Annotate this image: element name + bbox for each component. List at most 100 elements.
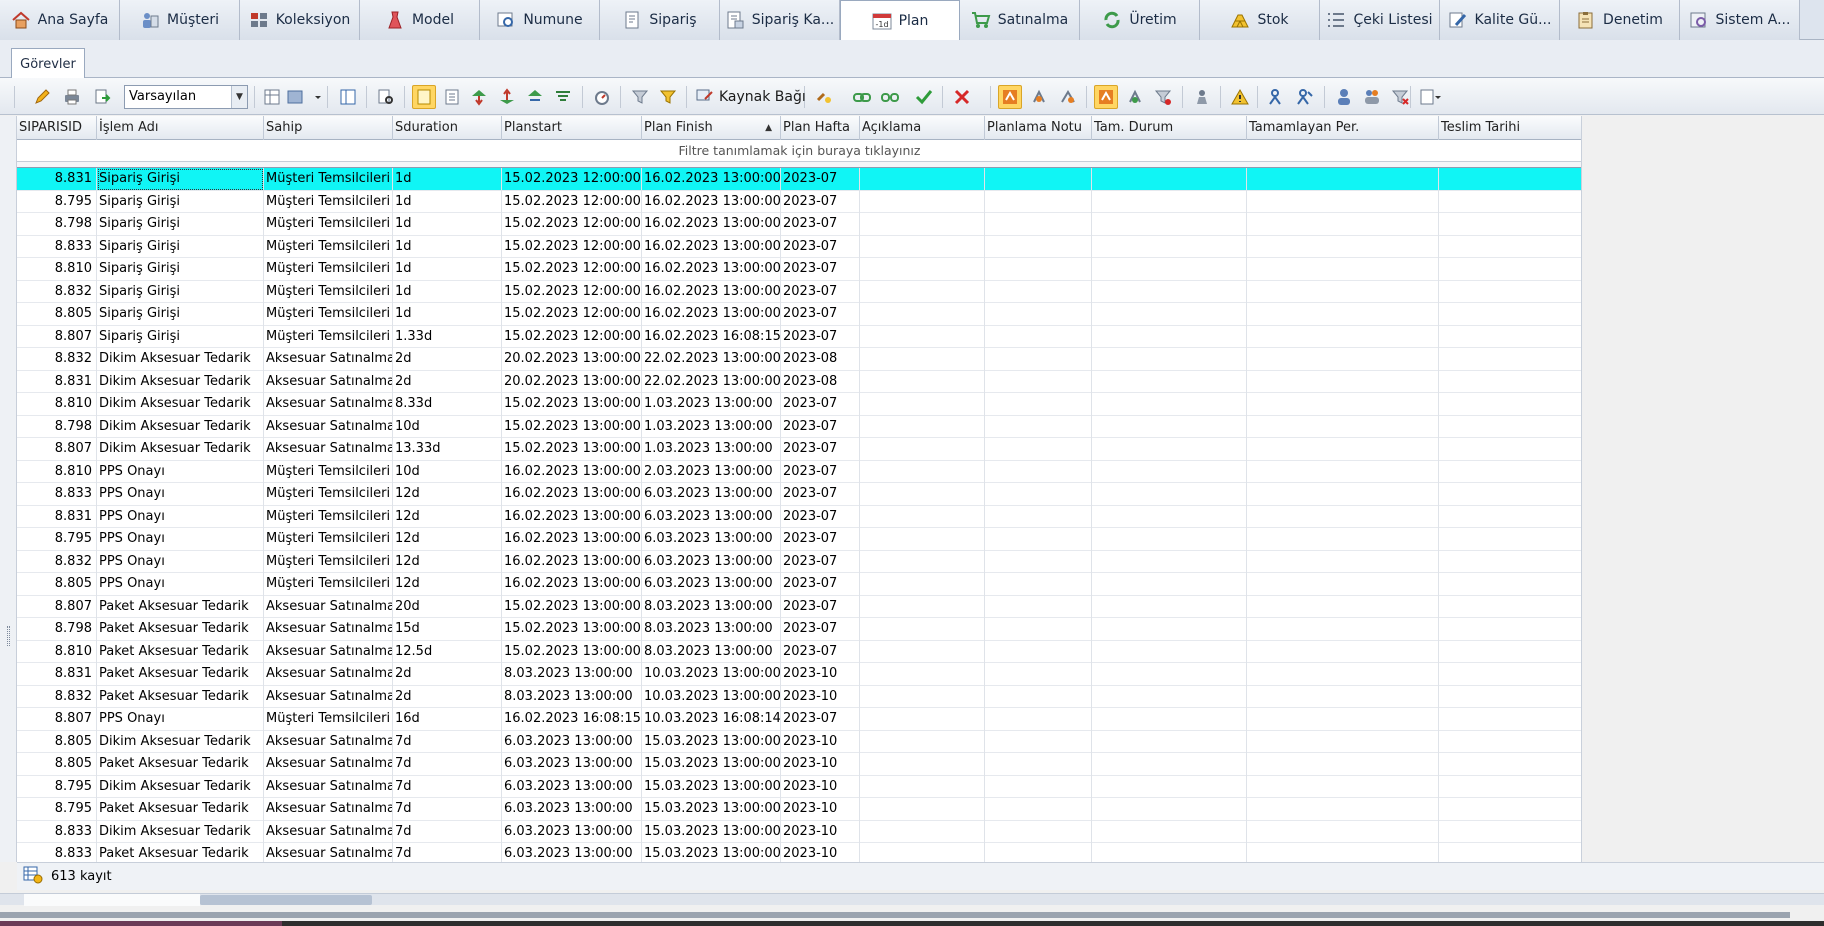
table-cell[interactable]: 2023-07 (781, 168, 860, 191)
table-cell[interactable]: Aksesuar Satınalma (264, 618, 393, 641)
table-cell[interactable]: 15.03.2023 13:00:00 (642, 730, 781, 753)
print-icon[interactable] (60, 85, 84, 109)
table-cell[interactable] (1247, 370, 1439, 393)
table-cell[interactable] (1439, 663, 1581, 686)
table-cell[interactable]: 22.02.2023 13:00:00 (642, 370, 781, 393)
module-tab-customer[interactable]: Müşteri (120, 0, 240, 40)
table-cell[interactable]: 2023-07 (781, 258, 860, 281)
table-cell[interactable]: Aksesuar Satınalma (264, 843, 393, 862)
table-cell[interactable]: 15.02.2023 12:00:00 (502, 258, 642, 281)
table-row[interactable]: 8.807 Paket Aksesuar Tedarik Aksesuar Satı… (17, 595, 1581, 619)
table-cell[interactable] (985, 730, 1092, 753)
table-cell[interactable] (1439, 326, 1581, 349)
table-cell[interactable]: 15.02.2023 13:00:00 (502, 393, 642, 416)
table-row[interactable]: 8.795 Paket Aksesuar Tedarik Aksesuar Satı… (17, 798, 1581, 821)
table-cell[interactable]: Aksesuar Satınalma (264, 663, 393, 686)
table-cell[interactable]: 8.33d (393, 393, 502, 416)
table-cell[interactable]: 6.03.2023 13:00:00 (642, 573, 781, 596)
table-cell[interactable]: Aksesuar Satınalma (264, 798, 393, 821)
table-cell[interactable] (860, 190, 985, 213)
table-cell[interactable] (1439, 461, 1581, 484)
table-cell[interactable] (860, 483, 985, 506)
table-cell[interactable]: 2023-07 (781, 573, 860, 596)
module-tab-clipboard[interactable]: Denetim (1560, 0, 1680, 40)
table-cell[interactable]: Dikim Aksesuar Tedarik (97, 393, 264, 416)
table-cell[interactable]: Aksesuar Satınalma (264, 730, 393, 753)
table-cell[interactable]: 6.03.2023 13:00:00 (642, 483, 781, 506)
table-cell[interactable]: Müşteri Temsilcileri (264, 505, 393, 528)
table-cell[interactable]: 2023-07 (781, 190, 860, 213)
table-cell[interactable]: 2023-07 (781, 483, 860, 506)
table-cell[interactable]: 15.02.2023 13:00:00 (502, 595, 642, 618)
table-cell[interactable]: 8.798 (17, 415, 97, 438)
table-cell[interactable] (860, 550, 985, 573)
table-cell[interactable] (1247, 325, 1439, 348)
table-cell[interactable]: Paket Aksesuar Tedarik (97, 663, 264, 686)
table-cell[interactable]: 1d (393, 235, 502, 258)
table-cell[interactable]: 12d (393, 573, 502, 596)
table-cell[interactable] (860, 415, 985, 438)
table-cell[interactable]: 16.02.2023 16:08:15 (642, 325, 781, 348)
table-cell[interactable]: 8.807 (17, 325, 97, 348)
connect-icon[interactable] (812, 85, 836, 109)
table-cell[interactable] (1092, 168, 1247, 191)
table-cell[interactable]: 8.795 (17, 775, 97, 798)
table-cell[interactable] (985, 753, 1092, 776)
level-icon[interactable] (1056, 85, 1080, 109)
table-cell[interactable] (860, 235, 985, 258)
table-cell[interactable] (1092, 640, 1247, 663)
table-cell[interactable]: 16.02.2023 13:00:00 (642, 280, 781, 303)
table-cell[interactable] (1247, 460, 1439, 483)
table-cell[interactable]: 2023-07 (781, 415, 860, 438)
table-cell[interactable]: 2d (393, 663, 502, 686)
table-cell[interactable] (860, 685, 985, 708)
edit-icon[interactable] (30, 85, 54, 109)
table-cell[interactable]: 2023-07 (781, 438, 860, 461)
table-cell[interactable]: PPS Onayı (97, 483, 264, 506)
table-cell[interactable]: PPS Onayı (97, 550, 264, 573)
table-cell[interactable]: 2023-07 (781, 708, 860, 731)
reschedule-icon[interactable] (1123, 85, 1147, 109)
table-cell[interactable] (1247, 753, 1439, 776)
table-cell[interactable]: 8.807 (17, 708, 97, 731)
table-cell[interactable] (860, 820, 985, 843)
table-cell[interactable] (1439, 596, 1581, 619)
table-cell[interactable] (1247, 280, 1439, 303)
table-cell[interactable] (860, 595, 985, 618)
table-cell[interactable]: Müşteri Temsilcileri (264, 190, 393, 213)
column-header[interactable]: Açıklama (860, 116, 985, 140)
table-cell[interactable]: 7d (393, 730, 502, 753)
table-cell[interactable] (1092, 708, 1247, 731)
table-cell[interactable] (1439, 753, 1581, 776)
table-cell[interactable]: 15.02.2023 12:00:00 (502, 235, 642, 258)
table-cell[interactable]: 8.831 (17, 505, 97, 528)
module-tab-sample[interactable]: Numune (480, 0, 600, 40)
table-cell[interactable] (1247, 798, 1439, 821)
module-tab-system-settings[interactable]: Sistem A... (1680, 0, 1800, 40)
table-cell[interactable]: Paket Aksesuar Tedarik (97, 640, 264, 663)
table-row[interactable]: 8.833 PPS Onayı Müşteri Temsilcileri 12d 16.… (17, 483, 1581, 506)
table-cell[interactable]: 2d (393, 370, 502, 393)
table-cell[interactable] (1439, 258, 1581, 281)
table-cell[interactable]: 2023-10 (781, 820, 860, 843)
column-header[interactable]: Plan Hafta (781, 116, 860, 140)
table-cell[interactable] (1247, 730, 1439, 753)
table-cell[interactable]: 15.02.2023 13:00:00 (502, 618, 642, 641)
table-cell[interactable]: 16.02.2023 13:00:00 (502, 573, 642, 596)
table-cell[interactable] (1092, 663, 1247, 686)
table-cell[interactable]: Aksesuar Satınalma (264, 415, 393, 438)
table-cell[interactable]: 6.03.2023 13:00:00 (502, 798, 642, 821)
table-cell[interactable] (1439, 821, 1581, 844)
table-cell[interactable]: Aksesuar Satınalma (264, 348, 393, 371)
table-cell[interactable]: 2023-07 (781, 393, 860, 416)
table-cell[interactable] (1092, 348, 1247, 371)
delete-icon[interactable] (950, 85, 974, 109)
table-cell[interactable]: 2023-07 (781, 460, 860, 483)
table-cell[interactable] (985, 685, 1092, 708)
module-tab-dress[interactable]: Model (360, 0, 480, 40)
table-cell[interactable] (985, 258, 1092, 281)
table-cell[interactable] (1439, 776, 1581, 799)
column-header[interactable]: Sahip (264, 116, 393, 140)
table-cell[interactable] (1439, 393, 1581, 416)
table-cell[interactable] (1439, 281, 1581, 304)
